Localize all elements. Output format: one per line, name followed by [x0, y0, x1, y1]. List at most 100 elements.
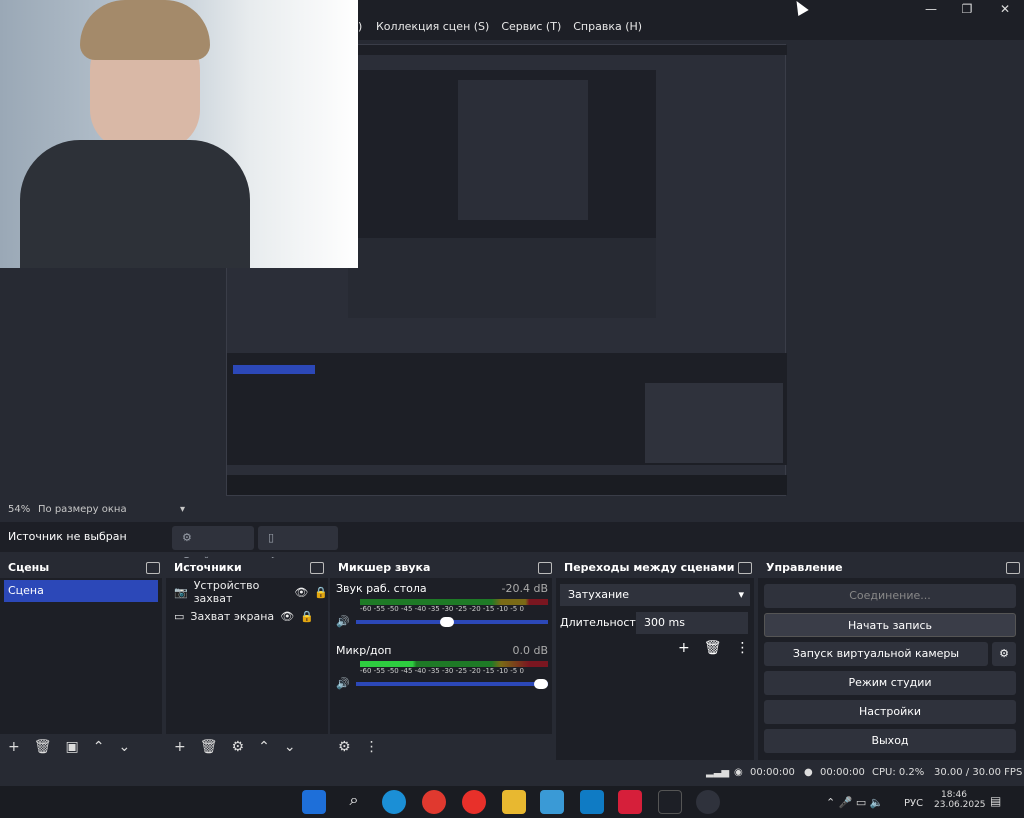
- windows-start-icon[interactable]: [302, 790, 326, 814]
- eye-icon[interactable]: 👁: [280, 610, 294, 623]
- dock-undock-icon[interactable]: [538, 562, 552, 574]
- more-icon[interactable]: ⋮: [365, 739, 379, 755]
- speaker-icon[interactable]: 🔊: [336, 677, 350, 690]
- gear-icon[interactable]: ⚙: [232, 739, 245, 755]
- signal-icon: ▂▃▅: [706, 767, 730, 778]
- settings-button[interactable]: Настройки: [764, 700, 1016, 724]
- app-icon[interactable]: [580, 790, 604, 814]
- nested-scene-item: [233, 365, 315, 374]
- slider-handle[interactable]: [439, 616, 454, 627]
- slider-handle[interactable]: [534, 678, 548, 689]
- recursive-docks: [348, 238, 656, 318]
- properties-button[interactable]: ⚙ Свойства: [172, 526, 254, 568]
- obs-icon[interactable]: [696, 790, 720, 814]
- language-indicator[interactable]: РУС: [904, 798, 923, 809]
- notification-icon[interactable]: ▤: [990, 794, 1001, 808]
- edge-icon[interactable]: [382, 790, 406, 814]
- speaker-icon[interactable]: 🔊: [336, 615, 350, 628]
- source-label: Устройство захват: [193, 579, 260, 605]
- menu-tools[interactable]: Сервис (T): [501, 20, 561, 33]
- trash-icon[interactable]: 🗑: [200, 739, 218, 755]
- studio-mode-button[interactable]: Режим студии: [764, 671, 1016, 695]
- mixer-channel-name: Звук раб. стола: [336, 582, 427, 595]
- clock[interactable]: 18:46 23.06.2025: [934, 790, 986, 810]
- transition-type: Затухание: [568, 588, 630, 601]
- minimize-button[interactable]: —: [916, 2, 946, 18]
- menu-help[interactable]: Справка (H): [573, 20, 642, 33]
- add-icon[interactable]: +: [174, 739, 186, 755]
- record-time: 00:00:00: [820, 767, 865, 778]
- nested-controls: [645, 383, 783, 463]
- dock-undock-icon[interactable]: [738, 562, 752, 574]
- clock-time: 18:46: [941, 790, 967, 800]
- chevron-down-icon[interactable]: ⌄: [118, 739, 130, 755]
- preview-recursive-window: [348, 70, 656, 318]
- dock-undock-icon[interactable]: [1006, 562, 1020, 574]
- search-icon[interactable]: ⌕: [342, 790, 366, 814]
- mixer-channel-db: 0.0 dB: [512, 644, 548, 657]
- zoom-percent: 54%: [8, 504, 31, 515]
- tray-icons[interactable]: ⌃ 🎤 ▭ 🔈: [826, 796, 884, 809]
- filters-button[interactable]: ▯ Фильтры: [258, 526, 338, 568]
- transitions-toolbar: + 🗑 ⋮: [678, 640, 750, 656]
- exit-button[interactable]: Выход: [764, 729, 1016, 753]
- webcam-hair: [80, 0, 210, 60]
- duration-label: Длительность: [560, 616, 643, 629]
- chevron-up-icon[interactable]: ⌃: [258, 739, 270, 755]
- mixer-title: Микшер звука: [330, 558, 552, 578]
- gear-icon[interactable]: ⚙: [338, 739, 351, 755]
- chevron-up-icon[interactable]: ⌃: [93, 739, 105, 755]
- source-item[interactable]: 📷 Устройство захват 👁 🔒: [174, 579, 328, 605]
- app-r-icon[interactable]: [658, 790, 682, 814]
- restore-button[interactable]: ❐: [952, 2, 982, 18]
- clock-date: 23.06.2025: [934, 800, 986, 810]
- camera-icon: 📷: [174, 585, 188, 599]
- nested-taskbar: [227, 475, 787, 495]
- mixer-dock: Микшер звука Звук раб. стола -20.4 dB -6…: [330, 558, 552, 760]
- fps: 30.00 / 30.00 FPS: [934, 767, 1023, 778]
- add-icon[interactable]: +: [8, 739, 20, 755]
- gear-icon[interactable]: ⚙: [992, 642, 1016, 666]
- transitions-dock: Переходы между сценами Затухание ▾ Длите…: [556, 558, 754, 760]
- photos-icon[interactable]: [540, 790, 564, 814]
- chrome-icon[interactable]: [422, 790, 446, 814]
- virtual-camera-button[interactable]: Запуск виртуальной камеры: [764, 642, 988, 666]
- menu-scene-collection[interactable]: Коллекция сцен (S): [376, 20, 489, 33]
- volume-slider[interactable]: [355, 616, 548, 627]
- lock-icon[interactable]: 🔒: [300, 610, 314, 623]
- zoom-bar: 54% По размеру окна ▾: [0, 500, 1024, 522]
- dock-undock-icon[interactable]: [146, 562, 160, 574]
- close-button[interactable]: ✕: [990, 2, 1020, 18]
- stream-time: 00:00:00: [750, 767, 795, 778]
- scene-item[interactable]: Сцена: [4, 580, 158, 602]
- monitor-icon: ▭: [174, 609, 185, 623]
- connect-button[interactable]: Соединение...: [764, 584, 1016, 608]
- transitions-title: Переходы между сценами: [556, 558, 754, 578]
- filter-icon[interactable]: ▣: [66, 739, 79, 755]
- folder-icon[interactable]: [502, 790, 526, 814]
- volume-slider[interactable]: [355, 678, 548, 689]
- app-s-icon[interactable]: [618, 790, 642, 814]
- trash-icon[interactable]: 🗑: [704, 640, 722, 656]
- trash-icon[interactable]: 🗑: [34, 739, 52, 755]
- yandex-icon[interactable]: [462, 790, 486, 814]
- transition-select[interactable]: Затухание ▾: [560, 584, 750, 606]
- source-item[interactable]: ▭ Захват экрана 👁 🔒: [174, 604, 328, 628]
- gear-icon: ⚙: [182, 531, 192, 544]
- start-recording-button[interactable]: Начать запись: [764, 613, 1016, 637]
- duration-input[interactable]: 300 ms: [636, 612, 748, 634]
- meter-scale: -60 -55 -50 -45 -40 -35 -30 -25 -20 -15 …: [360, 667, 524, 675]
- scenes-title: Сцены: [0, 558, 162, 578]
- stream-icon: ◉: [734, 767, 743, 778]
- eye-icon[interactable]: 👁: [294, 586, 308, 599]
- more-icon[interactable]: ⋮: [736, 640, 750, 656]
- sources-title: Источники: [166, 558, 328, 578]
- controls-title: Управление: [758, 558, 1024, 578]
- chevron-down-icon[interactable]: ⌄: [284, 739, 296, 755]
- lock-icon[interactable]: 🔒: [314, 586, 328, 599]
- add-icon[interactable]: +: [678, 640, 690, 656]
- cpu-usage: CPU: 0.2%: [872, 767, 925, 778]
- chevron-down-icon[interactable]: ▾: [180, 504, 185, 515]
- dock-undock-icon[interactable]: [310, 562, 324, 574]
- zoom-select[interactable]: По размеру окна: [38, 504, 127, 515]
